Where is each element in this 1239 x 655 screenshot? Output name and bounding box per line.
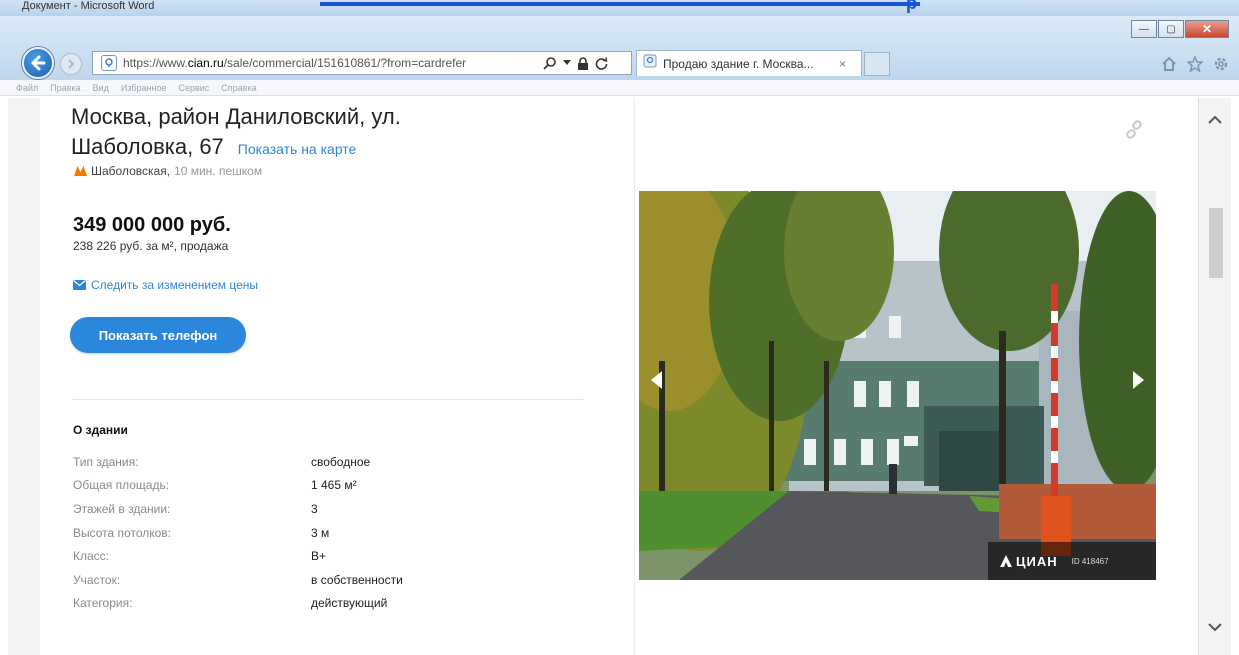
spec-row: Общая площадь: 1 465 м² bbox=[73, 474, 573, 498]
menu-item-view[interactable]: Вид bbox=[93, 83, 109, 93]
page-viewport: Москва, район Даниловский, ул. Шаболовка… bbox=[8, 98, 1231, 655]
menu-bar: Файл Правка Вид Избранное Сервис Справка bbox=[0, 80, 1239, 96]
metro-icon bbox=[74, 166, 87, 176]
browser-tab[interactable]: Продаю здание г. Москва... × bbox=[636, 50, 862, 76]
spec-row: Тип здания: свободное bbox=[73, 450, 573, 474]
maximize-button[interactable]: ▢ bbox=[1158, 20, 1184, 38]
forward-button[interactable] bbox=[60, 53, 82, 75]
minimize-button[interactable]: — bbox=[1131, 20, 1157, 38]
arrow-left-icon bbox=[31, 55, 46, 71]
url-path: /sale/commercial/151610861/?from=cardref… bbox=[223, 56, 467, 70]
window-title-bar: Документ - Microsoft Word р bbox=[0, 0, 1239, 16]
home-icon[interactable] bbox=[1161, 56, 1177, 77]
mail-icon bbox=[73, 280, 86, 290]
browser-toolbar-icons bbox=[1161, 54, 1229, 77]
building-specs: Тип здания: свободное Общая площадь: 1 465… bbox=[73, 450, 573, 615]
spec-value: действующий bbox=[311, 596, 388, 611]
spec-key: Этажей в здании: bbox=[73, 501, 171, 516]
price-per-sqm: 238 226 руб. за м², продажа bbox=[73, 239, 229, 253]
new-tab-button[interactable] bbox=[864, 52, 890, 76]
url-prefix: https://www. bbox=[123, 56, 188, 70]
spec-row: Участок: в собственности bbox=[73, 568, 573, 592]
address-bar[interactable]: https://www.cian.ru/sale/commercial/1516… bbox=[92, 51, 632, 75]
building-section-title: О здании bbox=[73, 423, 128, 437]
address-line-1: Москва, район Даниловский, ул. bbox=[71, 104, 401, 129]
url-text[interactable]: https://www.cian.ru/sale/commercial/1516… bbox=[123, 56, 533, 70]
spec-value: в собственности bbox=[311, 572, 403, 587]
building-photo-image bbox=[639, 191, 1156, 580]
favorites-star-icon[interactable] bbox=[1186, 54, 1204, 77]
spec-row: Класс: B+ bbox=[73, 544, 573, 568]
metro-info: Шаболовская, 10 мин. пешком bbox=[74, 164, 262, 178]
menu-item-file[interactable]: Файл bbox=[16, 83, 38, 93]
spec-value: B+ bbox=[311, 549, 327, 564]
watch-price-link[interactable]: Следить за изменением цены bbox=[73, 278, 258, 292]
window-title: Документ - Microsoft Word bbox=[22, 0, 155, 12]
spec-value: свободное bbox=[311, 454, 371, 469]
photo-id: ID 418467 bbox=[1071, 556, 1109, 566]
scroll-thumb[interactable] bbox=[1209, 208, 1223, 278]
spec-key: Класс: bbox=[73, 549, 109, 564]
tab-favicon-icon bbox=[643, 54, 657, 73]
settings-gear-icon[interactable] bbox=[1213, 56, 1229, 77]
spec-row: Высота потолков: 3 м bbox=[73, 521, 573, 545]
menu-item-help[interactable]: Справка bbox=[221, 83, 256, 93]
url-domain: cian.ru bbox=[187, 56, 224, 70]
photo-watermark: ЦИАН ID 418467 bbox=[988, 542, 1156, 580]
cian-logo-icon bbox=[1000, 555, 1012, 567]
site-favicon-icon bbox=[101, 55, 117, 71]
refresh-icon[interactable] bbox=[595, 56, 608, 70]
scroll-down-icon[interactable] bbox=[1207, 619, 1223, 637]
spec-row: Этажей в здании: 3 bbox=[73, 497, 573, 521]
listing-address: Москва, район Даниловский, ул. Шаболовка… bbox=[71, 102, 401, 164]
section-divider bbox=[73, 399, 583, 400]
spec-key: Высота потолков: bbox=[73, 525, 171, 540]
spec-row: Категория: действующий bbox=[73, 592, 573, 616]
scroll-up-icon[interactable] bbox=[1207, 112, 1223, 130]
back-button[interactable] bbox=[22, 47, 54, 79]
spec-key: Тип здания: bbox=[73, 454, 139, 469]
menu-item-tools[interactable]: Сервис bbox=[178, 83, 209, 93]
spec-value: 1 465 м² bbox=[311, 478, 357, 493]
listing-page: Москва, район Даниловский, ул. Шаболовка… bbox=[40, 98, 1198, 655]
spec-key: Участок: bbox=[73, 572, 121, 587]
share-link-icon[interactable] bbox=[1124, 120, 1144, 145]
vertical-scrollbar[interactable] bbox=[1198, 98, 1231, 655]
cian-brand: ЦИАН bbox=[1000, 554, 1058, 569]
tab-title: Продаю здание г. Москва... bbox=[663, 56, 814, 71]
address-tools bbox=[543, 56, 608, 70]
background-banner bbox=[320, 0, 920, 6]
listing-details: Москва, район Даниловский, ул. Шаболовка… bbox=[40, 98, 630, 655]
navigation-bar: https://www.cian.ru/sale/commercial/1516… bbox=[0, 44, 1239, 80]
address-line-2: Шаболовка, 67 bbox=[71, 134, 224, 159]
metro-walk-time: 10 мин. пешком bbox=[174, 164, 263, 178]
show-on-map-link[interactable]: Показать на карте bbox=[238, 141, 357, 157]
background-banner-letter: р bbox=[906, 0, 917, 13]
listing-media: ЦИАН ID 418467 bbox=[635, 98, 1198, 655]
spec-key: Общая площадь: bbox=[73, 478, 170, 493]
metro-station[interactable]: Шаболовская, bbox=[91, 164, 170, 178]
dropdown-icon[interactable] bbox=[563, 60, 571, 66]
browser-frame: — ▢ ✕ https://www.cian.ru/sale/commercia… bbox=[0, 16, 1239, 88]
listing-price: 349 000 000 руб. bbox=[73, 214, 231, 236]
spec-key: Категория: bbox=[73, 596, 133, 611]
menu-item-edit[interactable]: Правка bbox=[50, 83, 80, 93]
spec-value: 3 м bbox=[311, 525, 330, 540]
close-button[interactable]: ✕ bbox=[1185, 20, 1229, 38]
spec-value: 3 bbox=[311, 501, 318, 516]
building-photo[interactable]: ЦИАН ID 418467 bbox=[639, 191, 1156, 580]
cian-brand-text: ЦИАН bbox=[1016, 553, 1058, 569]
arrow-right-icon bbox=[68, 59, 75, 69]
watch-price-label: Следить за изменением цены bbox=[91, 278, 259, 292]
lock-icon[interactable] bbox=[577, 56, 589, 70]
photo-next-arrow[interactable] bbox=[1133, 371, 1144, 389]
photo-prev-arrow[interactable] bbox=[651, 371, 662, 389]
menu-item-favorites[interactable]: Избранное bbox=[121, 83, 167, 93]
tab-close-icon[interactable]: × bbox=[839, 57, 846, 71]
show-phone-button[interactable]: Показать телефон bbox=[70, 317, 246, 353]
window-controls: — ▢ ✕ bbox=[1131, 20, 1229, 38]
search-icon[interactable] bbox=[543, 56, 557, 70]
